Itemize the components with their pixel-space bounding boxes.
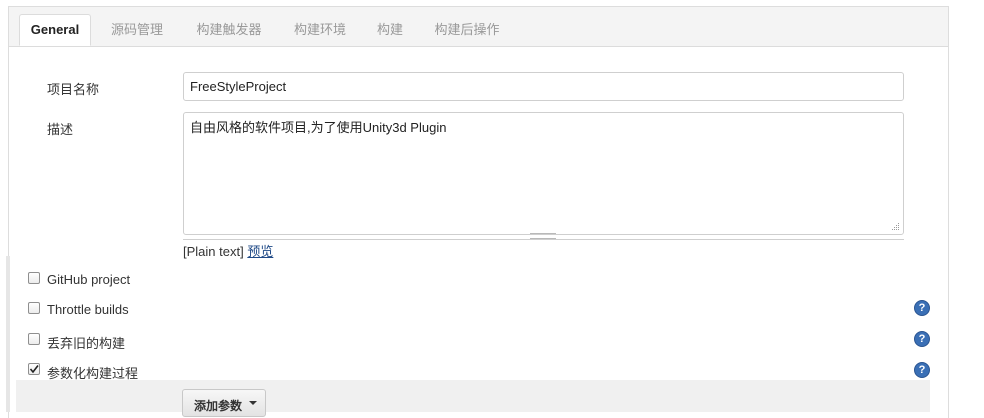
- tab-build-environment[interactable]: 构建环境: [285, 14, 355, 46]
- tab-bar: General 源码管理 构建触发器 构建环境 构建 构建后操作: [9, 7, 948, 47]
- add-parameter-button[interactable]: 添加参数: [182, 389, 266, 417]
- project-name-input[interactable]: [183, 72, 904, 101]
- tab-post-build-actions[interactable]: 构建后操作: [425, 14, 509, 46]
- description-text: 自由风格的软件项目,为了使用Unity3d Plugin: [190, 120, 447, 135]
- parameterized-build-checkbox[interactable]: [28, 363, 40, 375]
- description-label: 描述: [47, 122, 74, 137]
- project-name-label: 项目名称: [47, 82, 100, 97]
- tab-build-triggers[interactable]: 构建触发器: [187, 14, 271, 46]
- checkmark-icon: [29, 365, 39, 374]
- textarea-drag-bar[interactable]: [183, 233, 904, 240]
- discard-old-builds-label: 丢弃旧的构建: [47, 336, 126, 351]
- throttle-builds-label: Throttle builds: [47, 302, 129, 317]
- discard-old-builds-help-icon[interactable]: ?: [914, 331, 930, 347]
- github-project-label: GitHub project: [47, 272, 131, 287]
- resize-grip-icon[interactable]: [892, 223, 900, 231]
- github-project-checkbox[interactable]: [28, 272, 40, 284]
- parameters-area: [16, 380, 930, 412]
- tab-build[interactable]: 构建: [369, 14, 411, 46]
- throttle-builds-checkbox[interactable]: [28, 302, 40, 314]
- tab-source-management[interactable]: 源码管理: [102, 14, 172, 46]
- parameterized-build-help-icon[interactable]: ?: [914, 362, 930, 378]
- chevron-down-icon: [249, 401, 257, 405]
- drag-handle-icon[interactable]: [530, 233, 556, 239]
- add-parameter-label: 添加参数: [194, 399, 243, 413]
- tab-general[interactable]: General: [19, 14, 91, 46]
- discard-old-builds-checkbox[interactable]: [28, 333, 40, 345]
- throttle-builds-help-icon[interactable]: ?: [914, 300, 930, 316]
- description-textarea[interactable]: 自由风格的软件项目,为了使用Unity3d Plugin: [183, 112, 904, 235]
